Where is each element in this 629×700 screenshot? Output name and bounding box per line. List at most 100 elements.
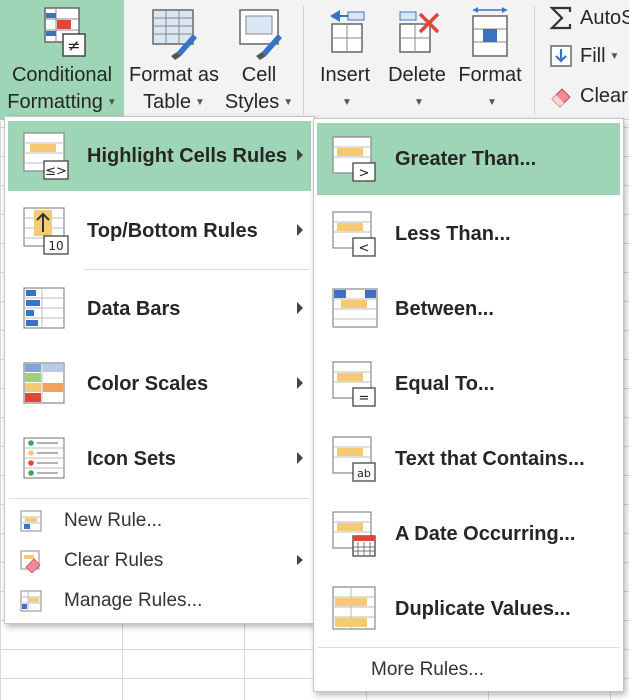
format-as-table-button[interactable]: Format as Table ▼ (126, 0, 222, 120)
format-button[interactable]: Format ▼ (454, 0, 526, 120)
menu-separator (318, 647, 619, 648)
insert-cells-icon (330, 10, 365, 53)
format-as-table-label-2: Table (143, 91, 191, 113)
between-icon (332, 288, 378, 328)
svg-text:<: < (359, 241, 370, 256)
menu-item-manage-rules[interactable]: Manage Rules... (8, 581, 311, 621)
autosum-label: AutoS (580, 6, 629, 29)
menu-item-data-bars[interactable]: Data Bars (8, 274, 311, 344)
cell-styles-label: Cell (241, 64, 277, 86)
less-than-icon: < (332, 211, 376, 257)
submenu-item-greater-than[interactable]: > Greater Than... (317, 123, 620, 195)
dropdown-caret-icon: ▼ (342, 97, 352, 109)
format-label: Format (458, 64, 522, 86)
menu-item-color-scales[interactable]: Color Scales (8, 349, 311, 419)
svg-text:=: = (359, 391, 370, 406)
submenu-item-more-rules[interactable]: More Rules... (317, 651, 620, 689)
submenu-arrow-icon (297, 452, 303, 464)
dropdown-caret-icon: ▼ (194, 97, 205, 109)
clear-button[interactable]: Clear (548, 78, 629, 114)
submenu-label-less-than: Less Than... (395, 222, 511, 245)
icon-sets-icon (23, 437, 65, 479)
color-scales-icon (23, 362, 65, 404)
new-rule-icon (20, 510, 42, 532)
ribbon-separator (303, 6, 304, 114)
duplicate-values-icon (332, 586, 376, 630)
format-as-table-icon (152, 9, 197, 60)
highlight-cells-icon: ≤> (23, 132, 69, 180)
submenu-item-text-contains[interactable]: ab Text that Contains... (317, 423, 620, 495)
menu-label-new-rule: New Rule... (64, 510, 163, 531)
cell-styles-icon (239, 9, 282, 60)
menu-label-highlight-cells-rules: Highlight Cells Rules (87, 144, 288, 167)
submenu-label-equal-to: Equal To... (395, 372, 495, 395)
eraser-icon (551, 88, 571, 108)
svg-text:≤>: ≤> (45, 164, 67, 179)
delete-cells-icon (399, 11, 440, 53)
dropdown-caret-icon: ▼ (609, 50, 620, 62)
highlight-cells-submenu: > Greater Than... < Less Than... Between… (313, 118, 624, 692)
submenu-item-duplicate-values[interactable]: Duplicate Values... (317, 573, 620, 645)
ribbon-separator (534, 6, 535, 114)
conditional-formatting-icon: ≠ (44, 7, 86, 57)
conditional-formatting-label-2: Formatting (7, 91, 103, 113)
fill-down-icon (550, 45, 572, 67)
submenu-item-between[interactable]: Between... (317, 273, 620, 345)
fill-button[interactable]: Fill ▼ (548, 38, 629, 74)
submenu-label-date-occurring: A Date Occurring... (395, 522, 576, 545)
format-cells-icon (472, 7, 508, 57)
fill-label: Fill (580, 44, 606, 67)
menu-label-clear-rules: Clear Rules (64, 550, 164, 571)
submenu-arrow-icon (297, 377, 303, 389)
menu-separator (83, 269, 310, 270)
menu-separator (9, 498, 310, 499)
svg-text:>: > (359, 166, 370, 181)
menu-label-data-bars: Data Bars (87, 297, 181, 320)
delete-button[interactable]: Delete ▼ (384, 0, 450, 120)
dropdown-caret-icon: ▼ (414, 97, 424, 109)
greater-than-icon: > (332, 136, 376, 182)
top-bottom-icon: 10 (23, 207, 69, 255)
conditional-formatting-label: Conditional (11, 64, 113, 86)
submenu-arrow-icon (297, 302, 303, 314)
format-as-table-label: Format as (128, 64, 220, 86)
menu-item-icon-sets[interactable]: Icon Sets (8, 424, 311, 494)
submenu-arrow-icon (297, 149, 303, 161)
insert-label: Insert (319, 64, 371, 86)
menu-label-manage-rules: Manage Rules... (64, 590, 203, 611)
text-contains-icon: ab (332, 436, 376, 482)
insert-button[interactable]: Insert ▼ (312, 0, 378, 120)
conditional-formatting-menu: ≤> Highlight Cells Rules 10 Top/Bottom R… (4, 116, 315, 624)
cell-styles-button[interactable]: Cell Styles ▼ (222, 0, 296, 120)
dropdown-caret-icon: ▼ (106, 97, 117, 109)
delete-label: Delete (388, 64, 446, 86)
dropdown-caret-icon: ▼ (487, 97, 497, 109)
svg-text:10: 10 (48, 239, 63, 253)
submenu-arrow-icon (297, 555, 303, 565)
submenu-arrow-icon (297, 224, 303, 236)
clear-label: Clear (580, 84, 628, 107)
submenu-item-equal-to[interactable]: = Equal To... (317, 348, 620, 420)
menu-item-highlight-cells-rules[interactable]: ≤> Highlight Cells Rules (8, 121, 311, 191)
svg-text:≠: ≠ (67, 36, 80, 55)
svg-text:ab: ab (357, 467, 371, 480)
clear-rules-icon (20, 550, 41, 573)
menu-label-top-bottom-rules: Top/Bottom Rules (87, 219, 258, 242)
submenu-label-greater-than: Greater Than... (395, 147, 537, 170)
menu-item-top-bottom-rules[interactable]: 10 Top/Bottom Rules (8, 196, 311, 266)
equal-to-icon: = (332, 361, 376, 407)
ribbon: ≠ Conditional Formatting ▼ Format as Tabl… (0, 0, 629, 120)
submenu-label-between: Between... (395, 297, 494, 320)
menu-label-color-scales: Color Scales (87, 372, 209, 395)
date-occurring-icon (332, 511, 376, 557)
submenu-item-less-than[interactable]: < Less Than... (317, 198, 620, 270)
menu-item-new-rule[interactable]: New Rule... (8, 501, 311, 541)
sigma-icon (549, 6, 572, 30)
manage-rules-icon (20, 590, 42, 612)
submenu-label-text-contains: Text that Contains... (395, 447, 585, 470)
autosum-button[interactable]: AutoS (548, 0, 629, 36)
conditional-formatting-button[interactable]: ≠ Conditional Formatting ▼ (0, 0, 124, 120)
menu-item-clear-rules[interactable]: Clear Rules (8, 541, 311, 581)
submenu-label-duplicate-values: Duplicate Values... (395, 597, 571, 620)
submenu-item-date-occurring[interactable]: A Date Occurring... (317, 498, 620, 570)
